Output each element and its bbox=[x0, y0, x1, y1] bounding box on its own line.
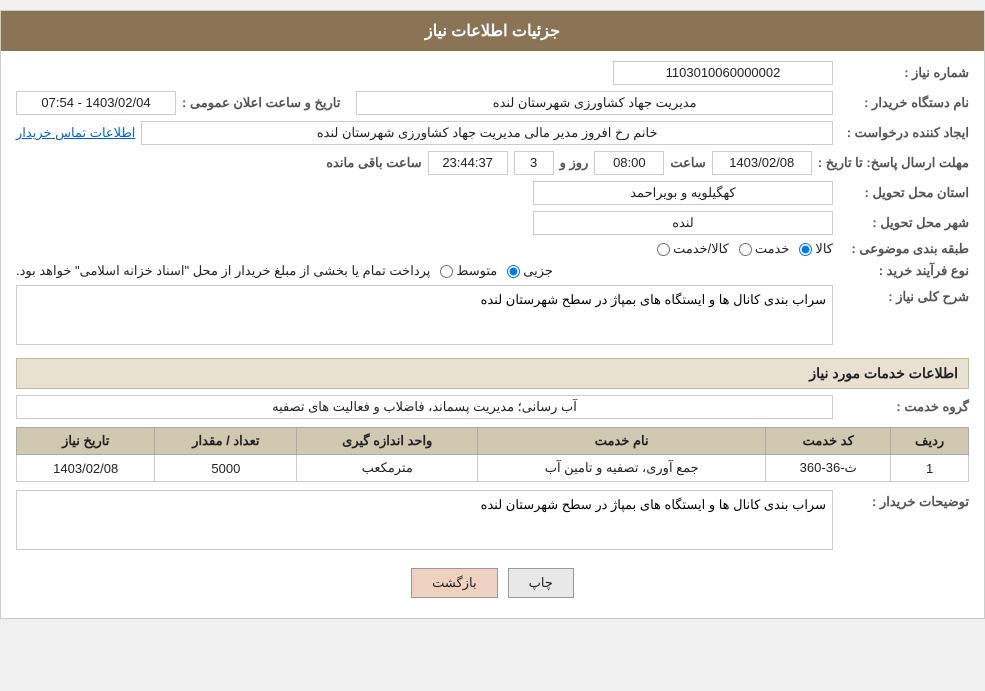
service-code: ث-36-360 bbox=[766, 455, 891, 482]
remaining-label: ساعت باقی مانده bbox=[326, 155, 421, 171]
purchase-motaset-radio[interactable] bbox=[440, 265, 453, 278]
announcement-label: تاریخ و ساعت اعلان عمومی : bbox=[182, 95, 340, 111]
buyer-desc-label: توضیحات خریدار : bbox=[839, 490, 969, 510]
page-title: جزئیات اطلاعات نیاز bbox=[1, 11, 984, 51]
reply-time: 08:00 bbox=[594, 151, 664, 175]
reply-date: 1403/02/08 bbox=[712, 151, 812, 175]
purchase-jozei-label: جزیی bbox=[523, 263, 553, 279]
table-row: 1 ث-36-360 جمع آوری، تصفیه و تامین آب مت… bbox=[17, 455, 969, 482]
need-number-value: 1103010060000002 bbox=[613, 61, 833, 85]
city-value: لنده bbox=[533, 211, 833, 235]
back-button[interactable]: بازگشت bbox=[411, 568, 497, 598]
province-label: استان محل تحویل : bbox=[839, 185, 969, 201]
col-unit: واحد اندازه گیری bbox=[297, 428, 478, 455]
col-service-code: کد خدمت bbox=[766, 428, 891, 455]
category-khadamat-radio[interactable] bbox=[739, 243, 752, 256]
reply-time-label: ساعت bbox=[670, 155, 705, 171]
group-service-value: آب رسانی؛ مدیریت پسماند، فاضلاب و فعالیت… bbox=[16, 395, 833, 419]
need-desc-label: شرح کلی نیاز : bbox=[839, 285, 969, 305]
announcement-value: 1403/02/04 - 07:54 bbox=[16, 91, 176, 115]
group-service-label: گروه خدمت : bbox=[839, 399, 969, 415]
col-date: تاریخ نیاز bbox=[17, 428, 155, 455]
reply-days: 3 bbox=[514, 151, 554, 175]
services-section-header: اطلاعات خدمات مورد نیاز bbox=[16, 358, 969, 389]
quantity: 5000 bbox=[155, 455, 297, 482]
services-table: ردیف کد خدمت نام خدمت واحد اندازه گیری ت… bbox=[16, 427, 969, 482]
province-value: کهگیلویه و بویراحمد bbox=[533, 181, 833, 205]
category-khadamat-label: خدمت bbox=[755, 241, 790, 257]
col-row-num: ردیف bbox=[891, 428, 969, 455]
reply-deadline-label: مهلت ارسال پاسخ: تا تاریخ : bbox=[818, 155, 969, 171]
creator-label: ایجاد کننده درخواست : bbox=[839, 125, 969, 141]
need-desc-textarea bbox=[16, 285, 833, 345]
purchase-type-label: نوع فرآیند خرید : bbox=[839, 263, 969, 279]
col-quantity: تعداد / مقدار bbox=[155, 428, 297, 455]
purchase-jozei-radio[interactable] bbox=[507, 265, 520, 278]
row-num: 1 bbox=[891, 455, 969, 482]
category-kala-khadamat-label: کالا/خدمت bbox=[673, 241, 729, 257]
need-date: 1403/02/08 bbox=[17, 455, 155, 482]
buyer-desc-textarea bbox=[16, 490, 833, 550]
city-label: شهر محل تحویل : bbox=[839, 215, 969, 231]
category-label: طبقه بندی موضوعی : bbox=[839, 241, 969, 257]
category-kala-radio[interactable] bbox=[799, 243, 812, 256]
creator-value: خانم رخ افروز مدیر مالی مدیریت جهاد کشاو… bbox=[141, 121, 833, 145]
category-kala-label: کالا bbox=[815, 241, 833, 257]
contact-link[interactable]: اطلاعات تماس خریدار bbox=[16, 125, 135, 141]
purchase-note-label: پرداخت تمام یا بخشی از مبلغ خریدار از مح… bbox=[16, 263, 430, 279]
buyer-org-label: نام دستگاه خریدار : bbox=[839, 95, 969, 111]
service-name: جمع آوری، تصفیه و تامین آب bbox=[478, 455, 766, 482]
category-kala-khadamat-radio[interactable] bbox=[657, 243, 670, 256]
buyer-org-value: مدیریت جهاد کشاورزی شهرستان لنده bbox=[356, 91, 833, 115]
need-number-label: شماره نیاز : bbox=[839, 65, 969, 81]
reply-days-label: روز و bbox=[560, 155, 589, 171]
remaining-time: 23:44:37 bbox=[428, 151, 508, 175]
purchase-motaset-label: متوسط bbox=[456, 263, 497, 279]
print-button[interactable]: چاپ bbox=[508, 568, 574, 598]
unit: مترمکعب bbox=[297, 455, 478, 482]
col-service-name: نام خدمت bbox=[478, 428, 766, 455]
